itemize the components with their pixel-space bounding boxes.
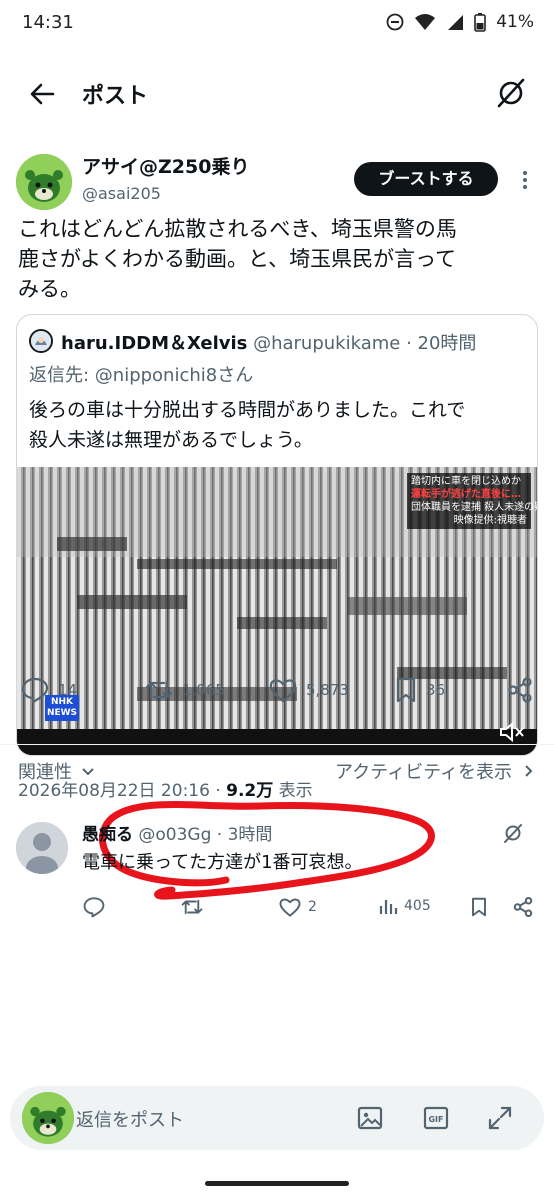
reply-input[interactable]: 返信をポスト [76, 1106, 184, 1132]
reply-like-count: 2 [308, 899, 317, 915]
wifi-icon [415, 14, 436, 30]
reply-author-meta: @o03Gg · 3時間 [133, 825, 273, 845]
reply-like-button[interactable]: 2 [278, 896, 317, 918]
heart-icon [269, 679, 297, 703]
reply-author-avatar[interactable] [16, 822, 68, 874]
reply-button[interactable]: 14 [20, 676, 77, 704]
news-caption: 踏切内に車を閉じ込めか 運転手が逃げた直後に… 団体職員を逮捕 殺人未遂の疑い … [407, 473, 537, 529]
gif-icon[interactable]: GIF [422, 1104, 450, 1132]
reply-views-button[interactable]: 405 [378, 896, 431, 916]
more-options-icon[interactable] [516, 168, 534, 192]
analytics-icon [379, 900, 398, 914]
reply-icon [83, 897, 105, 918]
repost-icon [181, 899, 203, 915]
status-icons: 41% [386, 12, 534, 32]
sort-label: 関連性 [18, 762, 72, 783]
repost-button[interactable]: 1,065 [144, 676, 225, 704]
author-handle[interactable]: @asai205 [82, 184, 161, 203]
page-title: ポスト [82, 84, 149, 109]
repost-count: 1,065 [182, 681, 225, 699]
post-text-line: 鹿さがよくわかる動画。と、埼玉県民が言って [18, 247, 457, 271]
share-icon [513, 896, 533, 918]
grok-icon[interactable] [502, 822, 524, 844]
author-avatar[interactable] [16, 154, 72, 210]
share-icon [508, 677, 532, 703]
quoted-author-avatar [29, 329, 53, 353]
reply-header: 愚痴る @o03Gg · 3時間 [82, 820, 272, 845]
post-text-line: これはどんどん拡散されるべき、埼玉県警の馬 [18, 217, 457, 241]
quoted-reply-to: 返信先: @nipponichi8さん [29, 365, 254, 386]
quoted-text-line: 後ろの車は十分脱出する時間がありました。これで [29, 399, 466, 421]
reply-author-name[interactable]: 愚痴る [82, 825, 133, 845]
status-bar: 14:31 41% [0, 0, 554, 48]
like-button[interactable]: 5,873 [268, 676, 349, 704]
caption-line: 踏切内に車を閉じ込めか [411, 476, 521, 487]
quoted-author-meta: @harupukikame · 20時間 [247, 333, 477, 354]
view-activity-link[interactable]: アクティビティを表示 [335, 758, 536, 784]
status-time: 14:31 [22, 12, 74, 33]
grok-icon[interactable] [494, 76, 528, 110]
sort-dropdown[interactable]: 関連性 [18, 758, 96, 784]
bookmark-count: 36 [426, 681, 446, 699]
reply-repost-button[interactable] [180, 896, 204, 918]
bookmark-icon [472, 897, 486, 917]
author-name[interactable]: アサイ@Z250乗り [82, 152, 249, 179]
quoted-header: haru.IDDM＆Xelvis @harupukikame · 20時間 [61, 329, 476, 355]
reply-actions: 2 405 [0, 896, 554, 926]
mute-icon[interactable] [499, 721, 525, 743]
reply-view-count: 405 [404, 898, 431, 914]
share-button[interactable] [506, 676, 534, 704]
heart-icon [279, 898, 301, 917]
divider [0, 744, 554, 745]
signal-icon [448, 15, 464, 30]
battery-icon [474, 13, 487, 32]
reply-sort-row: 関連性 アクティビティを表示 [0, 758, 554, 798]
quoted-text-line: 殺人未遂は無理があるでしょう。 [29, 429, 313, 451]
own-avatar [22, 1092, 74, 1144]
reply-reply-button[interactable] [82, 896, 106, 918]
reply-share-button[interactable] [512, 896, 534, 918]
repost-icon [145, 680, 173, 700]
like-count: 5,873 [306, 681, 349, 699]
svg-text:GIF: GIF [428, 1115, 443, 1124]
quoted-author-name: haru.IDDM＆Xelvis [61, 333, 248, 354]
chevron-right-icon [525, 765, 533, 777]
quoted-text: 後ろの車は十分脱出する時間がありました。これで 殺人未遂は無理があるでしょう。 [29, 395, 529, 455]
view-activity-label: アクティビティを表示 [335, 762, 512, 783]
reply-text: 電車に乗ってた方達が1番可哀想。 [82, 852, 363, 873]
caption-line: 団体職員を逮捕 殺人未遂の疑い [411, 502, 537, 513]
back-arrow-icon[interactable] [26, 78, 58, 110]
top-app-bar: ポスト [0, 60, 554, 126]
bookmark-icon [396, 677, 416, 703]
post-text-line: みる。 [18, 277, 81, 301]
bookmark-button[interactable]: 36 [394, 676, 445, 704]
post-text: これはどんどん拡散されるべき、埼玉県警の馬 鹿さがよくわかる動画。と、埼玉県民が… [18, 214, 538, 304]
reply-compose-bar: 返信をポスト GIF [10, 1086, 544, 1150]
boost-button[interactable]: ブーストする [354, 162, 498, 196]
reply-count: 14 [58, 681, 78, 699]
reply-bookmark-button[interactable] [470, 896, 488, 918]
do-not-disturb-icon [386, 13, 404, 31]
caption-line: 映像提供:視聴者 [453, 515, 527, 526]
expand-icon[interactable] [486, 1104, 514, 1132]
chevron-down-icon [82, 768, 94, 776]
reply-post[interactable]: 愚痴る @o03Gg · 3時間 電車に乗ってた方達が1番可哀想。 2 405 [0, 814, 554, 934]
post-actions: 14 1,065 5,873 36 [0, 676, 554, 716]
home-indicator[interactable] [205, 1181, 349, 1186]
caption-line: 運転手が逃げた直後に… [411, 489, 521, 500]
battery-percent: 41% [496, 12, 534, 32]
image-icon[interactable] [356, 1104, 384, 1132]
reply-icon [21, 677, 49, 704]
